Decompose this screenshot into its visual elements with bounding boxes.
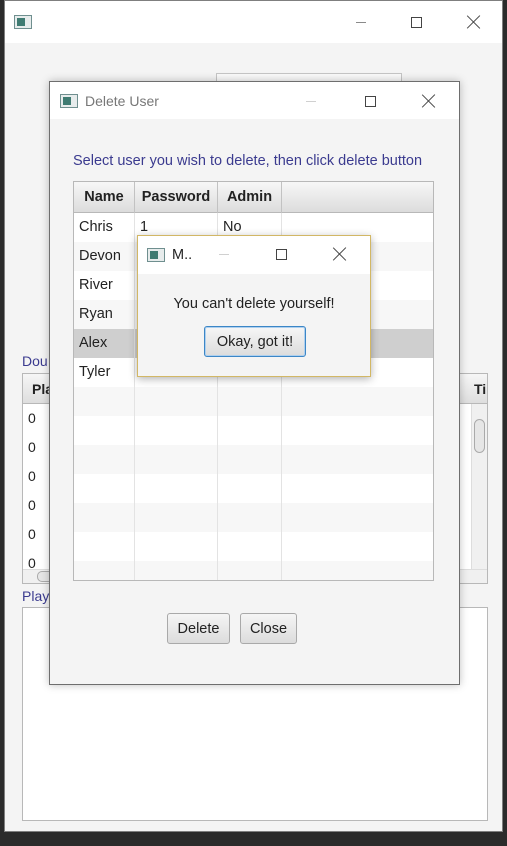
close-dialog-button[interactable]: Close [240,613,297,644]
table-row: 0 [28,439,36,455]
minimize-button[interactable] [338,7,384,37]
minimize-button[interactable] [201,239,247,269]
cell-name: Chris [79,219,113,235]
cell-name: Devon [79,248,121,264]
empty-row [74,561,433,580]
table-row: 0 [28,468,36,484]
vertical-scrollbar[interactable] [471,404,487,570]
empty-row [74,503,433,532]
cell-name: River [79,277,113,293]
message-title: M.. [172,247,193,263]
app-icon [147,248,165,262]
close-button[interactable] [317,239,363,269]
column-header-name[interactable]: Name [74,182,135,213]
dialog-title: Delete User [85,93,159,109]
close-icon [467,15,481,29]
minimize-button[interactable] [288,86,334,116]
scrollbar-thumb[interactable] [474,419,485,453]
close-button[interactable] [451,7,497,37]
delete-user-dialog: Delete User Select user you wish to dele… [49,81,460,685]
close-icon [422,94,436,108]
section-label-top: Dou [22,353,48,369]
table-row: 0 [28,526,36,542]
message-title-bar: M.. [138,236,370,274]
message-dialog: M.. You can't delete yourself! Okay, got… [137,235,371,377]
column-header-time[interactable]: Ti [474,381,486,397]
empty-row [74,532,433,561]
minimize-icon [356,21,366,23]
cell-name: Ryan [79,306,113,322]
users-table-header: Name Password Admin [74,182,433,213]
empty-row [74,387,433,416]
close-button[interactable] [406,86,452,116]
delete-user-title-bar: Delete User [50,82,459,119]
column-header-password[interactable]: Password [135,182,218,213]
section-label-bottom: Play [22,588,50,604]
minimize-icon [306,100,316,102]
maximize-icon [410,16,422,28]
maximize-button[interactable] [258,239,304,269]
maximize-button[interactable] [393,7,439,37]
maximize-icon [275,248,287,260]
table-row: 0 [28,497,36,513]
table-row: 0 [28,410,36,426]
main-title-bar [5,1,502,43]
empty-row [74,416,433,445]
app-icon [60,94,78,108]
app-icon [14,15,32,29]
minimize-icon [219,253,229,255]
cell-name: Alex [79,335,108,351]
maximize-button[interactable] [347,86,393,116]
empty-row [74,474,433,503]
cell-name: Tyler [79,364,111,380]
close-icon [333,247,347,261]
delete-button[interactable]: Delete [167,613,230,644]
okay-button[interactable]: Okay, got it! [204,326,306,357]
empty-row [74,445,433,474]
column-divider [134,213,135,580]
column-header-admin[interactable]: Admin [218,182,282,213]
instruction-text: Select user you wish to delete, then cli… [73,153,423,169]
maximize-icon [364,95,376,107]
message-text: You can't delete yourself! [173,296,335,312]
desktop-strip [0,832,507,846]
